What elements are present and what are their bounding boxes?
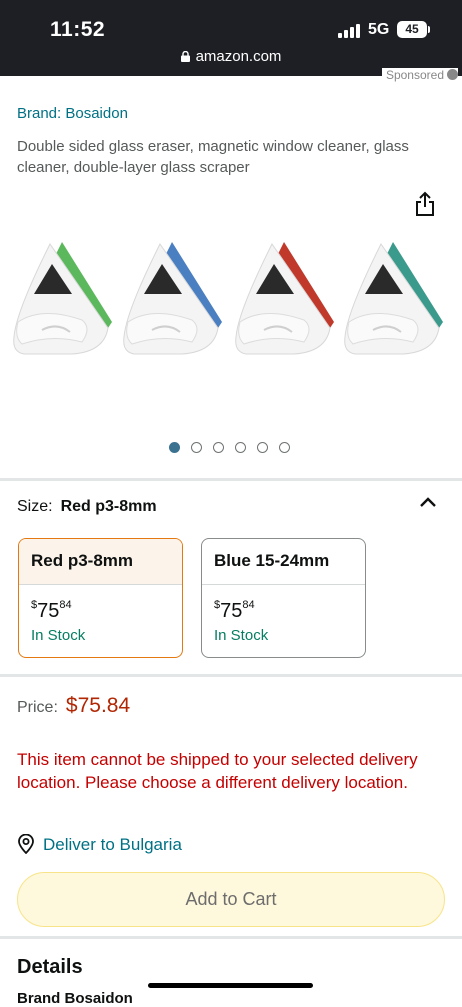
size-option-blue[interactable]: Blue 15-24mm $7584 In Stock <box>201 538 366 658</box>
sponsored-label: Sponsored <box>381 68 458 82</box>
clock: 11:52 <box>50 18 106 41</box>
size-selector-label: Size: Red p3-8mm <box>17 498 157 515</box>
carousel-dot[interactable] <box>235 442 246 453</box>
info-icon[interactable] <box>447 69 458 80</box>
product-title: Double sided glass eraser, magnetic wind… <box>17 138 409 176</box>
squeegee <box>344 242 443 355</box>
divider <box>0 674 462 677</box>
carousel-dot[interactable] <box>191 442 202 453</box>
status-bar: 11:52 5G 45 amazon.com <box>0 0 462 76</box>
price-row: Price: $75.84 <box>17 694 131 717</box>
size-option-price: $7584 <box>31 599 72 622</box>
carousel-dot[interactable] <box>279 442 290 453</box>
battery-icon: 45 <box>397 21 427 38</box>
size-option-price: $7584 <box>214 599 255 622</box>
shipping-warning: This item cannot be shipped to your sele… <box>17 750 418 792</box>
battery-tip <box>428 26 430 33</box>
brand-link[interactable]: Brand: Bosaidon <box>17 105 128 122</box>
home-indicator[interactable] <box>148 983 313 988</box>
chevron-up-icon[interactable] <box>419 496 437 508</box>
price-value: $75.84 <box>65 694 131 717</box>
url-bar[interactable]: amazon.com <box>0 48 462 65</box>
carousel-dot[interactable] <box>169 442 180 453</box>
add-to-cart-button[interactable]: Add to Cart <box>17 872 445 927</box>
squeegee <box>235 242 334 355</box>
lock-icon <box>180 51 190 62</box>
carousel-dots[interactable] <box>169 442 290 453</box>
squeegee <box>123 242 222 355</box>
divider <box>0 936 462 939</box>
deliver-to-link[interactable]: Deliver to Bulgaria <box>17 834 182 855</box>
share-icon[interactable] <box>413 191 437 217</box>
selected-size: Red p3-8mm <box>60 498 157 515</box>
url-text: amazon.com <box>195 48 282 65</box>
size-option-name: Red p3-8mm <box>19 539 182 585</box>
details-heading: Details <box>17 956 83 978</box>
size-option-stock: In Stock <box>31 627 86 644</box>
location-pin-icon <box>18 834 34 854</box>
network-label: 5G <box>368 21 390 38</box>
size-option-stock: In Stock <box>214 627 269 644</box>
carousel-dot[interactable] <box>213 442 224 453</box>
size-option-red[interactable]: Red p3-8mm $7584 In Stock <box>18 538 183 658</box>
divider <box>0 478 462 481</box>
signal-icon <box>338 24 360 38</box>
product-image[interactable] <box>0 230 462 360</box>
size-option-name: Blue 15-24mm <box>202 539 365 585</box>
squeegee <box>13 242 112 355</box>
carousel-dot[interactable] <box>257 442 268 453</box>
